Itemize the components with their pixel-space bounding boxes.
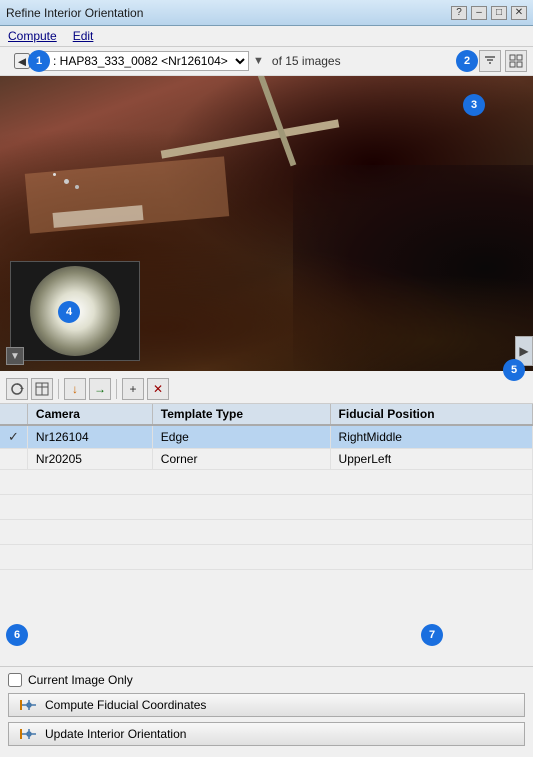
col-camera: Camera [27,404,152,425]
maximize-button[interactable]: □ [491,6,507,20]
title-bar: Refine Interior Orientation ? – □ ✕ [0,0,533,26]
filter-icon [483,54,497,68]
table-row[interactable]: ✓ Nr126104 Edge RightMiddle [0,425,533,449]
current-image-label[interactable]: Current Image Only [28,673,133,687]
expand-icon: ▼ [10,351,20,362]
row-check-2 [0,449,27,470]
minimize-button[interactable]: – [471,6,487,20]
col-template: Template Type [152,404,330,425]
update-orientation-button[interactable]: Update Interior Orientation [8,722,525,746]
table-area: 6 7 Camera Template Type Fiducial Positi… [0,404,533,666]
current-image-checkbox[interactable] [8,673,22,687]
thumbnail-inset [10,261,140,361]
row-camera-1: Nr126104 [27,425,152,449]
table-scroll-wrap[interactable]: Camera Template Type Fiducial Position ✓… [0,404,533,666]
row-fiducial-1: RightMiddle [330,425,532,449]
delete-icon: ✕ [153,382,163,396]
nav-prev-button[interactable]: ◄ [14,53,30,69]
table-icon [35,382,49,396]
move-right-button[interactable]: → [89,378,111,400]
title-bar-right: ? – □ ✕ [451,6,527,20]
compute-fiducial-label: Compute Fiducial Coordinates [45,698,206,712]
separator-2 [116,379,117,399]
separator-1 [58,379,59,399]
row-check-1: ✓ [0,425,27,449]
row-template-1: Edge [152,425,330,449]
update-orientation-label: Update Interior Orientation [45,727,186,741]
compute-fiducial-icon [20,698,38,712]
compute-icon [19,697,39,713]
refresh-button[interactable] [6,378,28,400]
update-orientation-icon [20,727,38,741]
help-button[interactable]: ? [451,6,467,20]
table-row-empty [0,545,533,570]
nav-tools: 2 [479,50,527,72]
move-down-button[interactable]: ↓ [64,378,86,400]
expand-thumbnail-button[interactable]: ▼ [6,347,24,365]
row-fiducial-2: UpperLeft [330,449,532,470]
menu-bar: Compute Edit [0,26,533,47]
filter-button[interactable] [479,50,501,72]
thumbnail-glow [30,266,120,356]
col-fiducial: Fiducial Position [330,404,532,425]
images-count: of 15 images [272,54,341,68]
window-title: Refine Interior Orientation [6,6,143,20]
row-template-2: Corner [152,449,330,470]
main-window: Refine Interior Orientation ? – □ ✕ Comp… [0,0,533,757]
update-icon [19,726,39,742]
refresh-icon [10,382,24,396]
menu-compute[interactable]: Compute [6,28,59,44]
menu-edit[interactable]: Edit [71,28,96,44]
grid-icon [509,54,523,68]
add-icon: + [129,382,136,396]
arrow-right-icon: ▶ [519,344,528,358]
table-row[interactable]: Nr20205 Corner UpperLeft [0,449,533,470]
image-selector[interactable]: 1 : HAP83_333_0082 <Nr126104> [34,51,249,71]
grid-view-button[interactable] [505,50,527,72]
bottom-section: Current Image Only Compute Fiducial Coor… [0,666,533,757]
compute-fiducial-button[interactable]: Compute Fiducial Coordinates [8,693,525,717]
delete-button[interactable]: ✕ [147,378,169,400]
checkbox-row: Current Image Only [8,673,525,687]
close-button[interactable]: ✕ [511,6,527,20]
title-bar-left: Refine Interior Orientation [6,6,143,20]
col-check [0,404,27,425]
annotation-2: 2 [456,50,478,72]
expand-right-button[interactable]: ▶ [515,336,533,366]
down-arrow-icon: ↓ [72,382,78,396]
table-layout-button[interactable] [31,378,53,400]
table-row-empty [0,470,533,495]
table-header-row: Camera Template Type Fiducial Position [0,404,533,425]
row-camera-2: Nr20205 [27,449,152,470]
table-row-empty [0,520,533,545]
table-row-empty [0,495,533,520]
add-button[interactable]: + [122,378,144,400]
image-container[interactable]: 3 4 ▼ [0,76,533,371]
toolbar-strip: ↓ → + ✕ [0,375,533,404]
nav-bar: 1 ◄ 1 : HAP83_333_0082 <Nr126104> ▼ of 1… [0,47,533,76]
fiducial-table: Camera Template Type Fiducial Position ✓… [0,404,533,570]
right-arrow-icon: → [94,382,106,396]
